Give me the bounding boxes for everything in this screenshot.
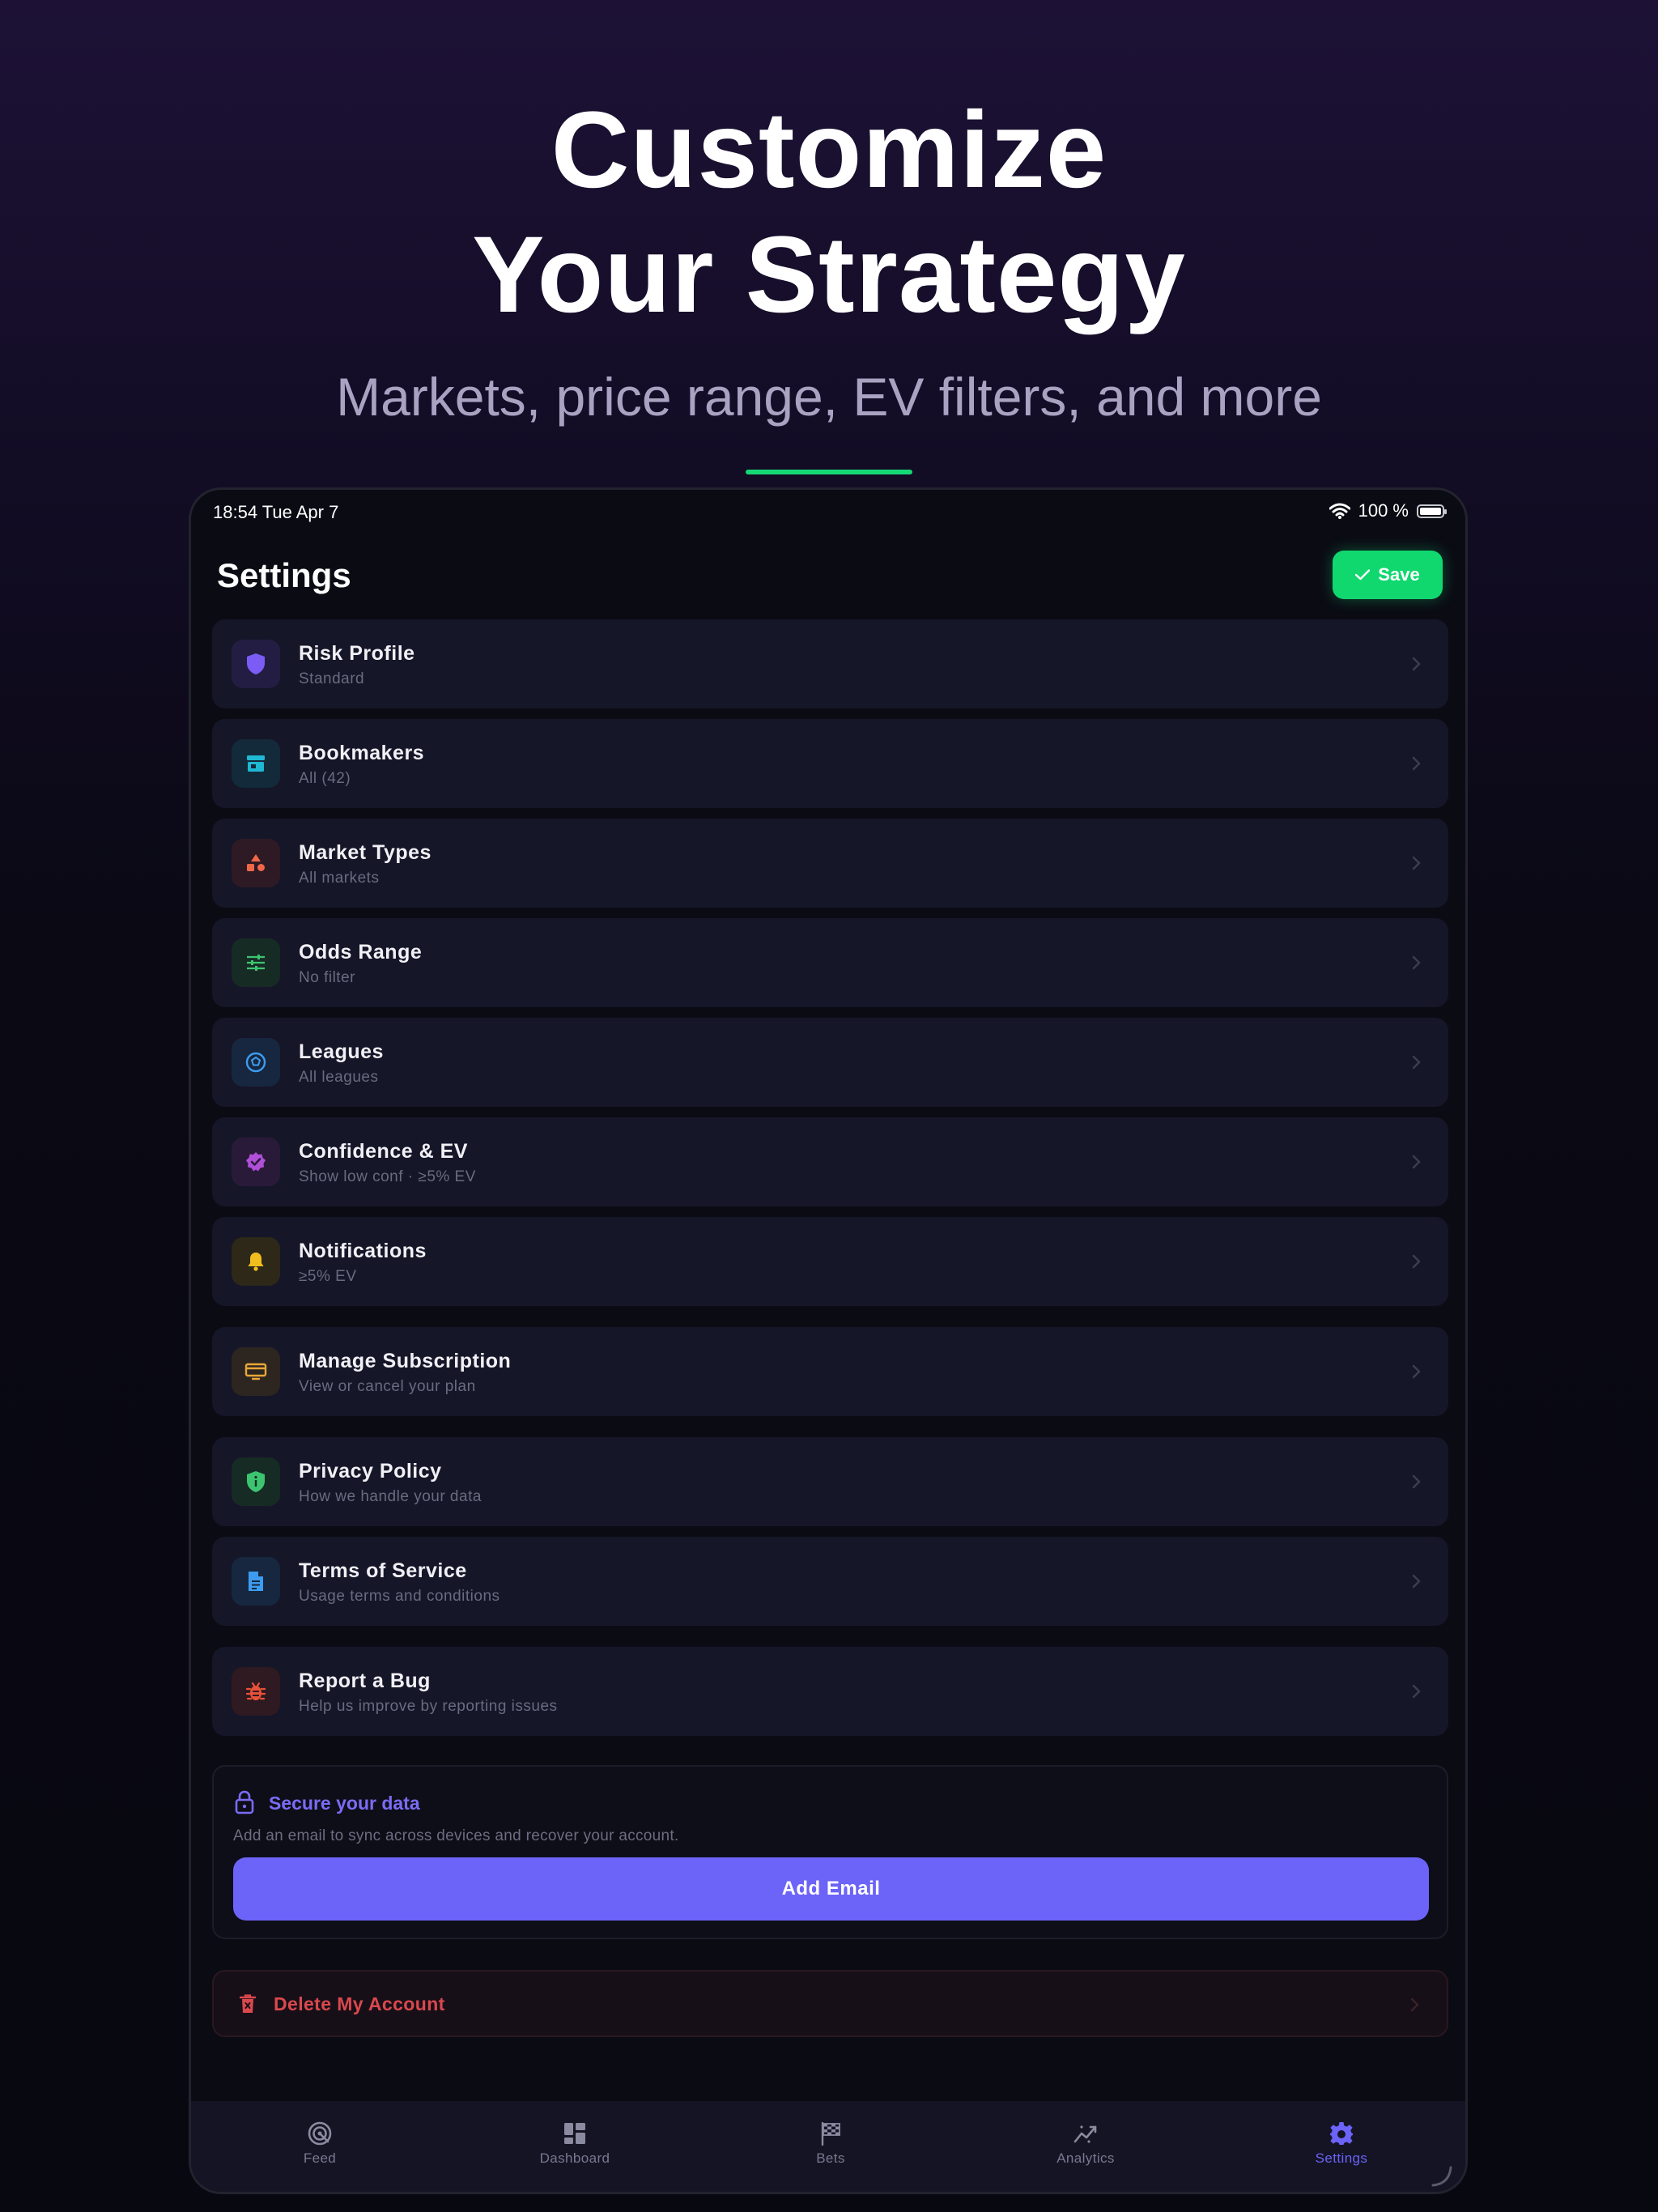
gear-icon (1330, 2122, 1353, 2145)
trash-icon (239, 1994, 257, 2013)
tab-settings[interactable]: Settings (1261, 2101, 1422, 2192)
chevron-right-icon (1412, 657, 1421, 671)
tab-label: Bets (816, 2150, 845, 2166)
settings-item-confidence-ev[interactable]: Confidence & EV Show low conf · ≥5% EV (212, 1117, 1448, 1206)
chevron-right-icon (1412, 1574, 1421, 1589)
hero-title-line-2: Your Strategy (472, 215, 1186, 335)
feed-icon (308, 2121, 332, 2146)
tab-analytics[interactable]: Analytics (1005, 2101, 1167, 2192)
chevron-right-icon (1412, 1155, 1421, 1169)
chevron-right-icon (1410, 1997, 1419, 2012)
ball-icon (232, 1038, 280, 1087)
settings-item-privacy-policy[interactable]: Privacy Policy How we handle your data (212, 1437, 1448, 1526)
settings-item-notifications[interactable]: Notifications ≥5% EV (212, 1217, 1448, 1306)
delete-account-button[interactable]: Delete My Account (212, 1970, 1448, 2037)
shield-icon (232, 640, 280, 688)
save-button[interactable]: Save (1333, 551, 1443, 599)
settings-item-value: How we handle your data (299, 1488, 482, 1505)
flag-icon (821, 2121, 840, 2146)
chevron-right-icon (1412, 856, 1421, 870)
settings-item-manage-subscription[interactable]: Manage Subscription View or cancel your … (212, 1327, 1448, 1416)
battery-percent: 100 % (1358, 500, 1409, 521)
settings-item-label: Market Types (299, 841, 432, 864)
chevron-right-icon (1412, 955, 1421, 970)
resize-corner-icon (1431, 2166, 1452, 2187)
settings-item-odds-range[interactable]: Odds Range No filter (212, 918, 1448, 1007)
settings-item-label: Leagues (299, 1040, 384, 1063)
bell-icon (232, 1237, 280, 1286)
settings-item-label: Bookmakers (299, 742, 425, 764)
settings-item-market-types[interactable]: Market Types All markets (212, 819, 1448, 908)
add-email-button[interactable]: Add Email (233, 1857, 1429, 1921)
settings-item-value: Standard (299, 670, 365, 687)
settings-item-bookmakers[interactable]: Bookmakers All (42) (212, 719, 1448, 808)
document-icon (232, 1557, 280, 1606)
settings-item-label: Odds Range (299, 941, 423, 963)
settings-item-label: Privacy Policy (299, 1460, 442, 1482)
secure-data-description: Add an email to sync across devices and … (233, 1827, 679, 1844)
chevron-right-icon (1412, 1254, 1421, 1269)
settings-item-label: Terms of Service (299, 1559, 467, 1582)
tab-bar: Feed Dashboard Bets Analytics Settings (191, 2101, 1465, 2192)
lock-icon (235, 1790, 254, 1814)
settings-item-value: All leagues (299, 1069, 379, 1086)
tab-label: Dashboard (539, 2150, 610, 2166)
settings-item-risk-profile[interactable]: Risk Profile Standard (212, 619, 1448, 708)
settings-item-label: Confidence & EV (299, 1140, 468, 1163)
chevron-right-icon (1412, 1055, 1421, 1070)
settings-item-value: Show low conf · ≥5% EV (299, 1168, 476, 1185)
settings-item-label: Risk Profile (299, 642, 415, 665)
status-time: 18:54 Tue Apr 7 (213, 502, 339, 522)
status-bar: 18:54 Tue Apr 7 100 % (191, 490, 1465, 535)
settings-item-label: Manage Subscription (299, 1350, 512, 1372)
settings-item-value: Usage terms and conditions (299, 1588, 500, 1605)
settings-item-terms-of-service[interactable]: Terms of Service Usage terms and conditi… (212, 1537, 1448, 1626)
secure-data-title: Secure your data (269, 1793, 420, 1814)
settings-item-label: Report a Bug (299, 1670, 431, 1692)
settings-item-value: View or cancel your plan (299, 1378, 476, 1395)
secure-data-card: Secure your data Add an email to sync ac… (212, 1765, 1448, 1939)
settings-item-value: No filter (299, 969, 355, 986)
card-icon (232, 1347, 280, 1396)
sliders-icon (232, 938, 280, 987)
status-indicators: 100 % (1329, 500, 1447, 522)
save-label: Save (1378, 564, 1420, 585)
accent-divider (746, 470, 912, 474)
settings-item-value: All (42) (299, 770, 351, 787)
tab-label: Settings (1315, 2150, 1368, 2166)
page-title: Settings (217, 556, 351, 594)
hero-subtitle: Markets, price range, EV filters, and mo… (336, 367, 1322, 427)
analytics-icon (1073, 2125, 1097, 2143)
settings-item-report-bug[interactable]: Report a Bug Help us improve by reportin… (212, 1647, 1448, 1736)
verified-badge-icon (232, 1138, 280, 1186)
shapes-icon (232, 839, 280, 887)
chevron-right-icon (1412, 1474, 1421, 1489)
privacy-shield-icon (232, 1457, 280, 1506)
tab-feed[interactable]: Feed (239, 2101, 401, 2192)
store-icon (232, 739, 280, 788)
settings-item-value: All markets (299, 870, 380, 887)
dashboard-icon (564, 2123, 585, 2144)
wifi-icon (1329, 503, 1350, 519)
settings-item-value: Help us improve by reporting issues (299, 1698, 558, 1715)
settings-item-label: Notifications (299, 1240, 427, 1262)
chevron-right-icon (1412, 1684, 1421, 1699)
delete-account-label: Delete My Account (274, 1993, 445, 2014)
hero-title-line-1: Customize (551, 90, 1107, 211)
bug-icon (232, 1667, 280, 1716)
chevron-right-icon (1412, 1364, 1421, 1379)
tab-label: Feed (303, 2150, 337, 2166)
checkmark-icon (1355, 569, 1371, 581)
battery-icon (1417, 504, 1447, 518)
tab-label: Analytics (1056, 2150, 1115, 2166)
settings-item-value: ≥5% EV (299, 1268, 357, 1285)
chevron-right-icon (1412, 756, 1421, 771)
settings-item-leagues[interactable]: Leagues All leagues (212, 1018, 1448, 1107)
tablet-frame: 18:54 Tue Apr 7 100 % Settings Save Risk… (189, 487, 1468, 2194)
tab-dashboard[interactable]: Dashboard (494, 2101, 656, 2192)
tab-bets[interactable]: Bets (750, 2101, 912, 2192)
